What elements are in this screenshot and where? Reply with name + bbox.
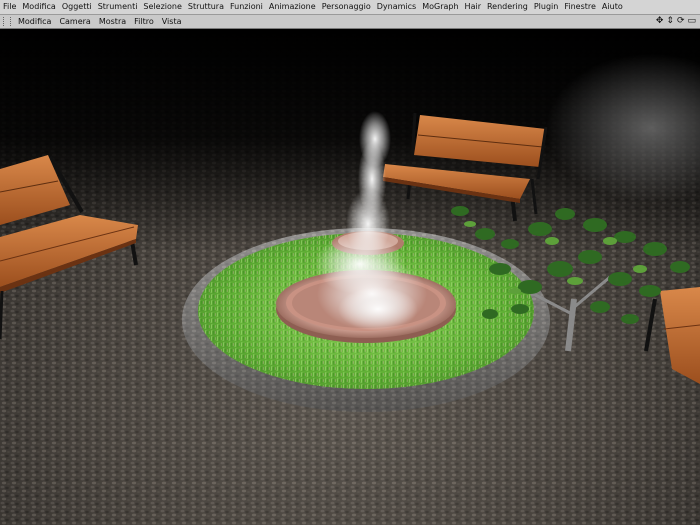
rotate-view-icon[interactable]: ⟳ xyxy=(677,15,685,28)
menu-funzioni[interactable]: Funzioni xyxy=(227,0,266,14)
view-menu-vista[interactable]: Vista xyxy=(158,15,186,28)
menu-struttura[interactable]: Struttura xyxy=(185,0,227,14)
rendered-scene xyxy=(0,29,700,525)
view-menu-filtro[interactable]: Filtro xyxy=(130,15,158,28)
menu-oggetti[interactable]: Oggetti xyxy=(59,0,95,14)
menu-modifica[interactable]: Modifica xyxy=(19,0,58,14)
move-view-icon[interactable]: ✥ xyxy=(656,15,664,28)
view-menu-modifica[interactable]: Modifica xyxy=(14,15,55,28)
menu-strumenti[interactable]: Strumenti xyxy=(95,0,141,14)
menu-selezione[interactable]: Selezione xyxy=(140,0,184,14)
menu-dynamics[interactable]: Dynamics xyxy=(374,0,419,14)
menu-plugin[interactable]: Plugin xyxy=(531,0,562,14)
menu-rendering[interactable]: Rendering xyxy=(484,0,531,14)
menu-file[interactable]: File xyxy=(0,0,19,14)
3d-viewport[interactable] xyxy=(0,29,700,525)
menu-mograph[interactable]: MoGraph xyxy=(419,0,461,14)
viewport-menu-bar: Modifica Camera Mostra Filtro Vista ✥ ⇕ … xyxy=(0,15,700,29)
menu-finestre[interactable]: Finestre xyxy=(561,0,599,14)
view-navigation-icons: ✥ ⇕ ⟳ ▭ xyxy=(656,15,696,28)
menu-bar: File Modifica Oggetti Strumenti Selezion… xyxy=(0,0,700,15)
view-menu-mostra[interactable]: Mostra xyxy=(95,15,130,28)
maximize-view-icon[interactable]: ▭ xyxy=(687,15,696,28)
menu-personaggio[interactable]: Personaggio xyxy=(319,0,374,14)
view-menu-camera[interactable]: Camera xyxy=(55,15,94,28)
dolly-view-icon[interactable]: ⇕ xyxy=(666,15,674,28)
drag-grip-icon[interactable] xyxy=(3,17,11,26)
menu-aiuto[interactable]: Aiuto xyxy=(599,0,626,14)
menu-animazione[interactable]: Animazione xyxy=(266,0,319,14)
menu-hair[interactable]: Hair xyxy=(462,0,484,14)
